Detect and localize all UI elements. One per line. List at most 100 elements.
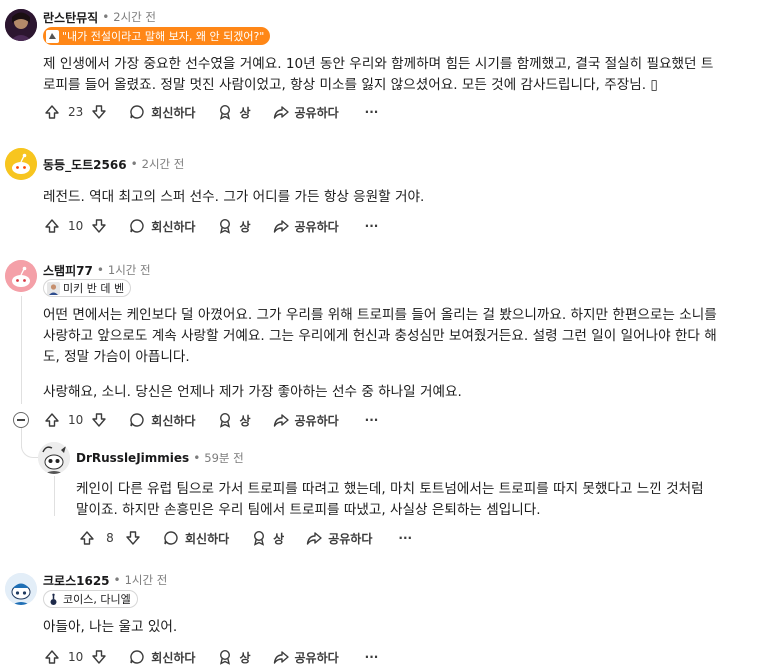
timestamp[interactable]: 1시간 전 — [108, 262, 151, 278]
share-icon — [273, 220, 289, 233]
downvote-icon[interactable] — [91, 412, 107, 428]
body-line: 도, 정말 가슴이 아픕니다. — [43, 349, 190, 365]
body-line: 레전드. 역대 최고의 스퍼 선수. 그가 어디를 가든 항상 응원할 거야. — [43, 189, 425, 205]
more-options-button[interactable]: ··· — [398, 531, 412, 545]
separator-dot: • — [113, 573, 121, 587]
vote-count: 23 — [68, 105, 84, 119]
flair-cockerel-icon — [47, 593, 60, 606]
body-line: 어떤 면에서는 케인보다 덜 아꼈어요. 그가 우리를 위해 트로피를 들어 올… — [43, 307, 717, 323]
comment-bubble-icon — [130, 650, 144, 664]
share-icon — [273, 651, 289, 664]
award-button[interactable]: 상 — [217, 218, 251, 235]
downvote-icon[interactable] — [91, 649, 107, 665]
vote-count: 10 — [68, 219, 84, 233]
comment-meta: 란스탄뮤직 • 2시간 전 — [43, 8, 156, 26]
vote-count: 10 — [68, 413, 84, 427]
more-options-button[interactable]: ··· — [365, 105, 379, 119]
comment-actions: 23 회신하다 상 공유하다 ··· — [44, 97, 378, 127]
downvote-icon[interactable] — [91, 104, 107, 120]
body-line: 로피를 들어 올렸죠. 정말 멋진 사람이었고, 항상 미소를 잃지 않으셨어요… — [43, 77, 658, 93]
more-options-button[interactable]: ··· — [365, 413, 379, 427]
reply-button[interactable]: 회신하다 — [129, 104, 195, 121]
flair-text: 코이스, 다니엘 — [63, 593, 131, 606]
flair-text: 미키 반 데 벤 — [63, 282, 125, 295]
vote-count: 10 — [68, 650, 84, 664]
avatar[interactable] — [38, 442, 70, 474]
award-icon — [220, 649, 231, 665]
award-button[interactable]: 상 — [217, 412, 251, 429]
user-flair: "내가 전설이라고 말해 보자, 왜 안 되겠어?" — [43, 27, 271, 45]
comment-meta: 동등_도트2566 • 2시간 전 — [43, 155, 184, 173]
body-line: 제 인생에서 가장 중요한 선수였을 거예요. 10년 동안 우리와 함께하며 … — [43, 56, 714, 72]
reply-button[interactable]: 회신하다 — [129, 218, 195, 235]
comment-actions: 10 회신하다 상 공유하다 ··· — [44, 642, 378, 670]
comment-bubble-icon — [164, 531, 178, 545]
upvote-icon[interactable] — [44, 104, 60, 120]
share-icon — [273, 106, 289, 119]
avatar[interactable] — [5, 148, 37, 180]
share-button[interactable]: 공유하다 — [306, 530, 372, 547]
reply-button[interactable]: 회신하다 — [163, 530, 229, 547]
share-icon — [273, 414, 289, 427]
comment-bubble-icon — [130, 105, 144, 119]
vote-count: 8 — [106, 531, 114, 545]
upvote-icon[interactable] — [44, 412, 60, 428]
award-icon — [220, 218, 231, 234]
author-name[interactable]: 동등_도트2566 — [43, 156, 127, 173]
award-button[interactable]: 상 — [217, 104, 251, 121]
thread-line[interactable] — [54, 476, 55, 516]
reply-connector — [21, 440, 39, 458]
comment-5: 크로스1625 • 1시간 전 코이스, 다니엘 아들아, 나는 울고 있어. … — [0, 560, 772, 670]
author-name[interactable]: 란스탄뮤직 — [43, 9, 98, 26]
comment-body: 레전드. 역대 최고의 스퍼 선수. 그가 어디를 가든 항상 응원할 거야. — [43, 187, 763, 208]
comment-actions: 10 회신하다 상 공유하다 ··· — [44, 405, 378, 435]
comment-1: 란스탄뮤직 • 2시간 전 "내가 전설이라고 말해 보자, 왜 안 되겠어?"… — [0, 0, 772, 135]
downvote-icon[interactable] — [125, 530, 141, 546]
share-button[interactable]: 공유하다 — [273, 649, 339, 666]
user-flair: 미키 반 데 벤 — [43, 279, 132, 297]
comment-3: 스탬피77 • 1시간 전 미키 반 데 벤 어떤 면에서는 케인보다 덜 아꼈… — [0, 250, 772, 560]
timestamp[interactable]: 59분 전 — [204, 450, 243, 466]
share-button[interactable]: 공유하다 — [273, 104, 339, 121]
comment-meta: 스탬피77 • 1시간 전 — [43, 261, 151, 279]
separator-dot: • — [193, 451, 201, 465]
timestamp[interactable]: 2시간 전 — [113, 9, 156, 25]
comment-body: 어떤 면에서는 케인보다 덜 아꼈어요. 그가 우리를 위해 트로피를 들어 올… — [43, 305, 768, 403]
thread-line[interactable] — [21, 296, 22, 404]
flair-text: "내가 전설이라고 말해 보자, 왜 안 되겠어?" — [62, 30, 265, 43]
collapse-thread-button[interactable] — [13, 412, 29, 428]
separator-dot: • — [96, 263, 104, 277]
comment-bubble-icon — [130, 413, 144, 427]
avatar[interactable] — [5, 260, 37, 292]
reply-button[interactable]: 회신하다 — [129, 649, 195, 666]
author-name[interactable]: 스탬피77 — [43, 262, 93, 279]
award-button[interactable]: 상 — [251, 530, 284, 547]
comment-body: 제 인생에서 가장 중요한 선수였을 거예요. 10년 동안 우리와 함께하며 … — [43, 54, 763, 96]
share-button[interactable]: 공유하다 — [273, 218, 339, 235]
upvote-icon[interactable] — [44, 218, 60, 234]
avatar[interactable] — [5, 9, 37, 41]
body-line: 케인이 다른 유럽 팀으로 가서 트로피를 따려고 했는데, 마치 토트넘에서는… — [76, 481, 704, 497]
author-name[interactable]: DrRussleJimmies — [76, 451, 189, 465]
reply-button[interactable]: 회신하다 — [129, 412, 195, 429]
timestamp[interactable]: 1시간 전 — [125, 572, 168, 588]
body-line: 아들아, 나는 울고 있어. — [43, 619, 178, 635]
more-options-button[interactable]: ··· — [365, 650, 379, 664]
award-button[interactable]: 상 — [217, 649, 251, 666]
separator-dot: • — [102, 10, 110, 24]
author-name[interactable]: 크로스1625 — [43, 572, 110, 589]
avatar[interactable] — [5, 573, 37, 605]
share-icon — [307, 532, 322, 545]
award-icon — [220, 412, 231, 428]
more-options-button[interactable]: ··· — [365, 219, 379, 233]
comment-actions: 10 회신하다 상 공유하다 ··· — [44, 211, 378, 241]
timestamp[interactable]: 2시간 전 — [142, 156, 185, 172]
user-flair: 코이스, 다니엘 — [43, 590, 138, 608]
body-line: 말이죠. 하지만 손흥민은 우리 팀에서 트로피를 따냈고, 사실상 은퇴하는 … — [76, 502, 541, 518]
body-paragraph: 사랑해요, 소니. 당신은 언제나 제가 가장 좋아하는 선수 중 하나일 거예… — [43, 384, 462, 400]
upvote-icon[interactable] — [79, 530, 95, 546]
comment-body: 아들아, 나는 울고 있어. — [43, 617, 763, 638]
share-button[interactable]: 공유하다 — [273, 412, 339, 429]
downvote-icon[interactable] — [91, 218, 107, 234]
upvote-icon[interactable] — [44, 649, 60, 665]
